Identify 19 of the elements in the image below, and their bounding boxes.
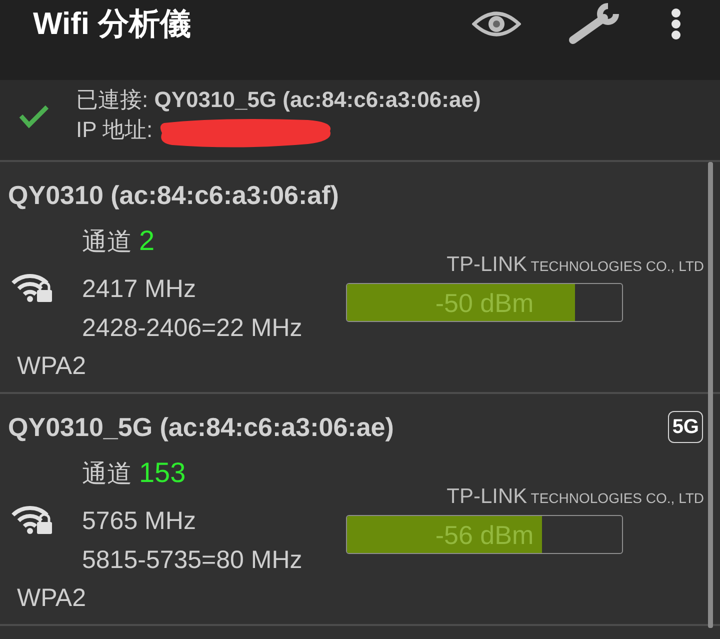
vendor-name: TP-LINK TECHNOLOGIES CO., LTD (446, 484, 704, 510)
scrollbar-thumb[interactable] (708, 162, 713, 628)
network-name[interactable]: QY0310_5G (ac:84:c6:a3:06:ae) (8, 412, 394, 442)
app-title: Wifi 分析儀 (33, 5, 192, 43)
channel-width-text: 2428-2406=22 MHz (82, 313, 304, 344)
eye-icon[interactable] (472, 11, 521, 37)
security-type: WPA2 (17, 584, 86, 612)
band-badge: 5G (668, 411, 703, 443)
channel-text: 通道 153 (82, 456, 187, 490)
connection-status: 已連接: QY0310_5G (ac:84:c6:a3:06:ae) (76, 86, 481, 114)
frequency-text: 2417 MHz (82, 274, 197, 305)
network-name[interactable]: QY0310 (ac:84:c6:a3:06:af) (8, 180, 339, 210)
more-menu-icon[interactable] (671, 8, 681, 40)
channel-width-text: 5815-5735=80 MHz (82, 545, 304, 576)
frequency-text: 5765 MHz (82, 506, 197, 537)
channel-text: 通道 2 (82, 224, 156, 258)
vendor-name: TP-LINK TECHNOLOGIES CO., LTD (446, 252, 704, 278)
security-type: WPA2 (17, 352, 86, 380)
ip-address-label: IP 地址: (76, 116, 153, 144)
